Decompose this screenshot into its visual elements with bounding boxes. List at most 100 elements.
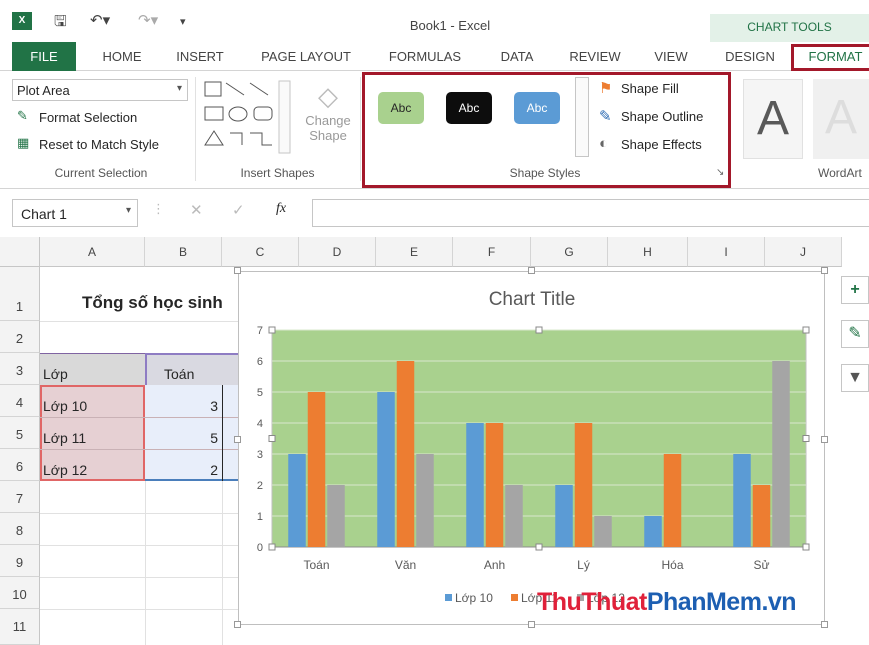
resize-handle[interactable] [528,267,535,274]
bar [772,361,790,547]
column-header[interactable]: G [531,237,608,267]
save-icon[interactable]: 🖫 [54,11,67,36]
toan-cell[interactable]: 5 [200,430,218,446]
legend-label: Lớp 10 [455,591,493,605]
resize-handle[interactable] [821,621,828,628]
header-toan-cell[interactable]: Toán [164,366,194,382]
tab-insert[interactable]: INSERT [168,42,232,71]
lop-cell[interactable]: Lớp 10 [43,398,87,414]
row-header[interactable]: 7 [0,481,40,513]
row-header[interactable]: 6 [0,449,40,481]
reset-style-icon: ▦ [17,135,30,150]
plot-area[interactable] [271,329,807,548]
legend-swatch [445,594,452,601]
chart-styles-brush-icon[interactable]: ✎ [841,320,869,348]
chart[interactable]: Chart Title 0 1 2 3 4 5 6 7 Toán Văn Anh Lý Hóa Sử Lớp … [238,271,825,625]
column-header[interactable]: F [453,237,531,267]
plot-area-handle[interactable] [802,326,810,334]
undo-icon[interactable]: ↶▾ [90,11,110,29]
tab-file[interactable]: FILE [12,42,76,71]
gridline [40,417,240,418]
plot-area-handle[interactable] [268,435,276,442]
tab-review[interactable]: REVIEW [562,42,628,71]
tab-formulas[interactable]: FORMULAS [380,42,470,71]
cancel-icon[interactable]: ✕ [190,201,203,219]
resize-handle[interactable] [234,436,241,443]
tab-data[interactable]: DATA [488,42,546,71]
shapes-gallery[interactable] [202,79,294,157]
resize-handle[interactable] [528,621,535,628]
values-range-highlight [145,385,240,481]
column-header[interactable]: I [688,237,765,267]
resize-handle[interactable] [234,267,241,274]
gridline [222,481,223,645]
column-header[interactable]: B [145,237,222,267]
plot-area-handle[interactable] [535,543,543,551]
reset-to-match-style-button[interactable]: ▦ Reset to Match Style [15,135,190,155]
bar [505,485,523,547]
wordart-style-light[interactable]: A [813,79,869,159]
chart-filters-icon[interactable]: ▼ [841,364,869,392]
plot-area-handle[interactable] [802,543,810,551]
row-header[interactable]: 10 [0,577,40,609]
y-tick-label: 5 [257,387,263,399]
insert-function-icon[interactable]: fx [276,201,286,217]
gridline [40,449,240,450]
chart-elements-icon[interactable]: + [841,276,869,304]
excel-icon[interactable]: X [12,12,32,30]
plot-area-handle[interactable] [268,326,276,334]
x-tick-label: Toán [303,558,329,572]
bar [752,485,771,547]
row-header[interactable]: 3 [0,353,40,385]
column-header[interactable]: C [222,237,299,267]
resize-handle[interactable] [821,436,828,443]
resize-handle[interactable] [821,267,828,274]
row-header[interactable]: 9 [0,545,40,577]
column-header[interactable]: A [40,237,145,267]
plot-area-handle[interactable] [268,543,276,551]
row-header[interactable]: 11 [0,609,40,645]
customize-quick-access-icon[interactable]: ▾ [180,15,186,28]
shape-styles-highlight [362,72,731,188]
change-shape-icon: ◇ [318,81,338,111]
enter-icon[interactable]: ✓ [232,201,245,219]
name-box[interactable]: Chart 1 ▾ [12,199,138,227]
column-header[interactable]: J [765,237,842,267]
chevron-down-icon: ▾ [125,205,131,216]
group-separator [195,77,196,181]
toan-cell[interactable]: 3 [200,398,218,414]
watermark-part-2: PhanMem [646,588,762,616]
tab-page-layout[interactable]: PAGE LAYOUT [250,42,362,71]
plot-area-handle[interactable] [802,435,810,442]
column-header[interactable]: E [376,237,453,267]
window-title: Book1 - Excel [409,18,491,33]
tab-view[interactable]: VIEW [644,42,698,71]
sheet-title-cell[interactable]: Tổng số học sinh [82,293,223,313]
row-header[interactable]: 1 [0,267,40,321]
plot-area-handle[interactable] [535,326,543,334]
lop-cell[interactable]: Lớp 12 [43,462,87,478]
tab-home[interactable]: HOME [92,42,152,71]
column-header[interactable]: D [299,237,376,267]
resize-handle[interactable] [234,621,241,628]
toan-cell[interactable]: 2 [200,462,218,478]
select-all-corner[interactable] [0,237,40,267]
watermark-part-1: ThuThuat [537,588,647,616]
shapes-gallery-icons [204,80,291,154]
wordart-style-dark[interactable]: A [743,79,803,159]
format-selection-button[interactable]: ✎ Format Selection [15,108,190,128]
redo-icon[interactable]: ↷▾ [138,11,158,29]
change-shape-button[interactable]: ◇ Change Shape [300,79,356,159]
row-header[interactable]: 2 [0,321,40,353]
column-header[interactable]: H [608,237,688,267]
tab-design[interactable]: DESIGN [714,42,786,71]
row-header[interactable]: 4 [0,385,40,417]
bar [485,423,504,547]
row-header[interactable]: 5 [0,417,40,449]
chart-elements-dropdown[interactable]: Plot Area ▾ [12,79,188,101]
formula-input[interactable] [312,199,869,227]
lop-cell[interactable]: Lớp 11 [43,430,86,446]
row-header[interactable]: 8 [0,513,40,545]
header-lop-cell[interactable]: Lớp [43,366,68,382]
name-box-value: Chart 1 [21,206,67,222]
